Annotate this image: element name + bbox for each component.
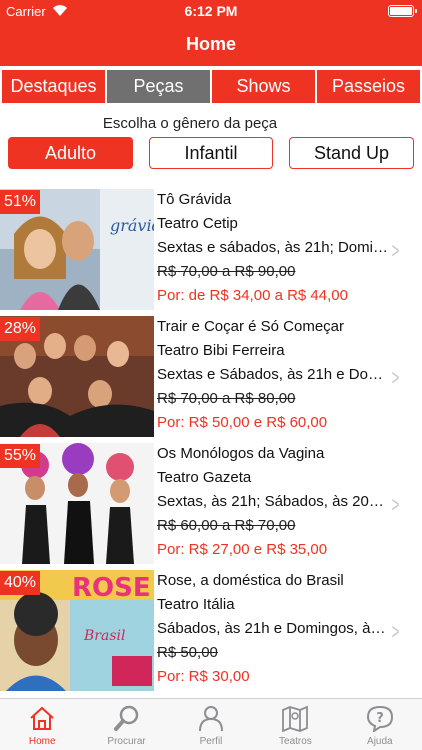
chevron-right-icon: > [391,365,400,390]
tabbar-label: Perfil [199,736,223,747]
discount-badge: 55% [0,444,41,468]
discount-badge: 28% [0,317,41,341]
genre-selector: Adulto Infantil Stand Up [0,137,422,169]
svg-text:Brasil: Brasil [83,628,125,644]
chevron-right-icon: > [391,492,400,517]
discount-badge: 40% [0,571,41,595]
play-row[interactable]: grávida! 51% Tô Grávida Teatro Cetip Sex… [0,188,422,315]
tab-destaques[interactable]: Destaques [2,70,105,103]
tabbar-ajuda[interactable]: ? Ajuda [338,699,422,750]
play-new-price: Por: R$ 30,00 [157,668,250,685]
play-info: Rose, a doméstica do Brasil Teatro Itáli… [157,569,389,689]
play-theater: Teatro Bibi Ferreira [157,342,285,359]
play-new-price: Por: R$ 27,00 e R$ 35,00 [157,541,328,558]
play-schedule: Sábados, às 21h e Domingos, às 19h [157,620,389,637]
tab-passeios[interactable]: Passeios [317,70,420,103]
play-title: Tô Grávida [157,191,232,208]
play-row[interactable]: ROSE Brasil 40% Rose, a doméstica do Bra… [0,569,422,696]
svg-text:grávida!: grávida! [110,216,154,235]
bottom-tab-bar: Home Procurar Perfil Teatros ? Ajuda [0,698,422,750]
status-bar: Carrier 6:12 PM [0,0,422,22]
play-info: Tô Grávida Teatro Cetip Sextas e sábados… [157,188,389,308]
play-info: Os Monólogos da Vagina Teatro Gazeta Sex… [157,442,389,562]
genre-infantil-button[interactable]: Infantil [149,137,273,169]
play-row[interactable]: 55% Os Monólogos da Vagina Teatro Gazeta… [0,442,422,569]
tabbar-label: Teatros [279,736,312,747]
battery-icon [388,5,417,17]
tab-shows[interactable]: Shows [212,70,315,103]
play-old-price: R$ 70,00 a R$ 80,00 [157,390,296,407]
tabbar-perfil[interactable]: Perfil [169,699,253,750]
user-icon [199,706,224,732]
nav-bar: Home [0,22,422,66]
play-new-price: Por: de R$ 34,00 a R$ 44,00 [157,287,348,304]
chevron-right-icon: > [391,619,400,644]
genre-standup-button[interactable]: Stand Up [289,137,414,169]
play-schedule: Sextas e Sábados, às 21h e Domingos, às … [157,366,389,383]
play-schedule: Sextas, às 21h; Sábados, às 20h e 22h [157,493,389,510]
tabbar-procurar[interactable]: Procurar [84,699,168,750]
play-old-price: R$ 50,00 [157,644,218,661]
tabbar-home[interactable]: Home [0,699,84,750]
help-icon: ? [366,705,393,732]
discount-badge: 51% [0,190,41,214]
plays-list: grávida! 51% Tô Grávida Teatro Cetip Sex… [0,188,422,696]
home-icon [30,706,54,730]
status-time: 6:12 PM [184,3,238,19]
tabbar-label: Procurar [107,736,146,747]
play-old-price: R$ 70,00 a R$ 90,00 [157,263,296,280]
play-schedule: Sextas e sábados, às 21h; Domingos, às 1… [157,239,389,256]
play-theater: Teatro Itália [157,596,235,613]
play-title: Os Monólogos da Vagina [157,445,325,462]
play-old-price: R$ 60,00 a R$ 70,00 [157,517,296,534]
search-icon [113,705,138,731]
svg-text:?: ? [376,711,384,726]
play-title: Rose, a doméstica do Brasil [157,572,344,589]
tab-pecas[interactable]: Peças [107,70,210,103]
genre-adulto-button[interactable]: Adulto [8,137,133,169]
play-row[interactable]: 28% Trair e Coçar é Só Começar Teatro Bi… [0,315,422,442]
play-title: Trair e Coçar é Só Começar [157,318,345,335]
play-theater: Teatro Cetip [157,215,238,232]
tabbar-label: Home [28,736,56,747]
tabbar-label: Ajuda [367,736,393,747]
play-new-price: Por: R$ 50,00 e R$ 60,00 [157,414,328,431]
play-theater: Teatro Gazeta [157,469,252,486]
tabbar-teatros[interactable]: Teatros [253,699,337,750]
svg-text:ROSE: ROSE [72,573,151,603]
chevron-right-icon: > [391,238,400,263]
page-title: Home [185,34,236,54]
play-info: Trair e Coçar é Só Começar Teatro Bibi F… [157,315,389,435]
genre-title: Escolha o gênero da peça [102,115,278,132]
map-icon [282,705,309,732]
category-tabs: Destaques Peças Shows Passeios [0,70,422,103]
